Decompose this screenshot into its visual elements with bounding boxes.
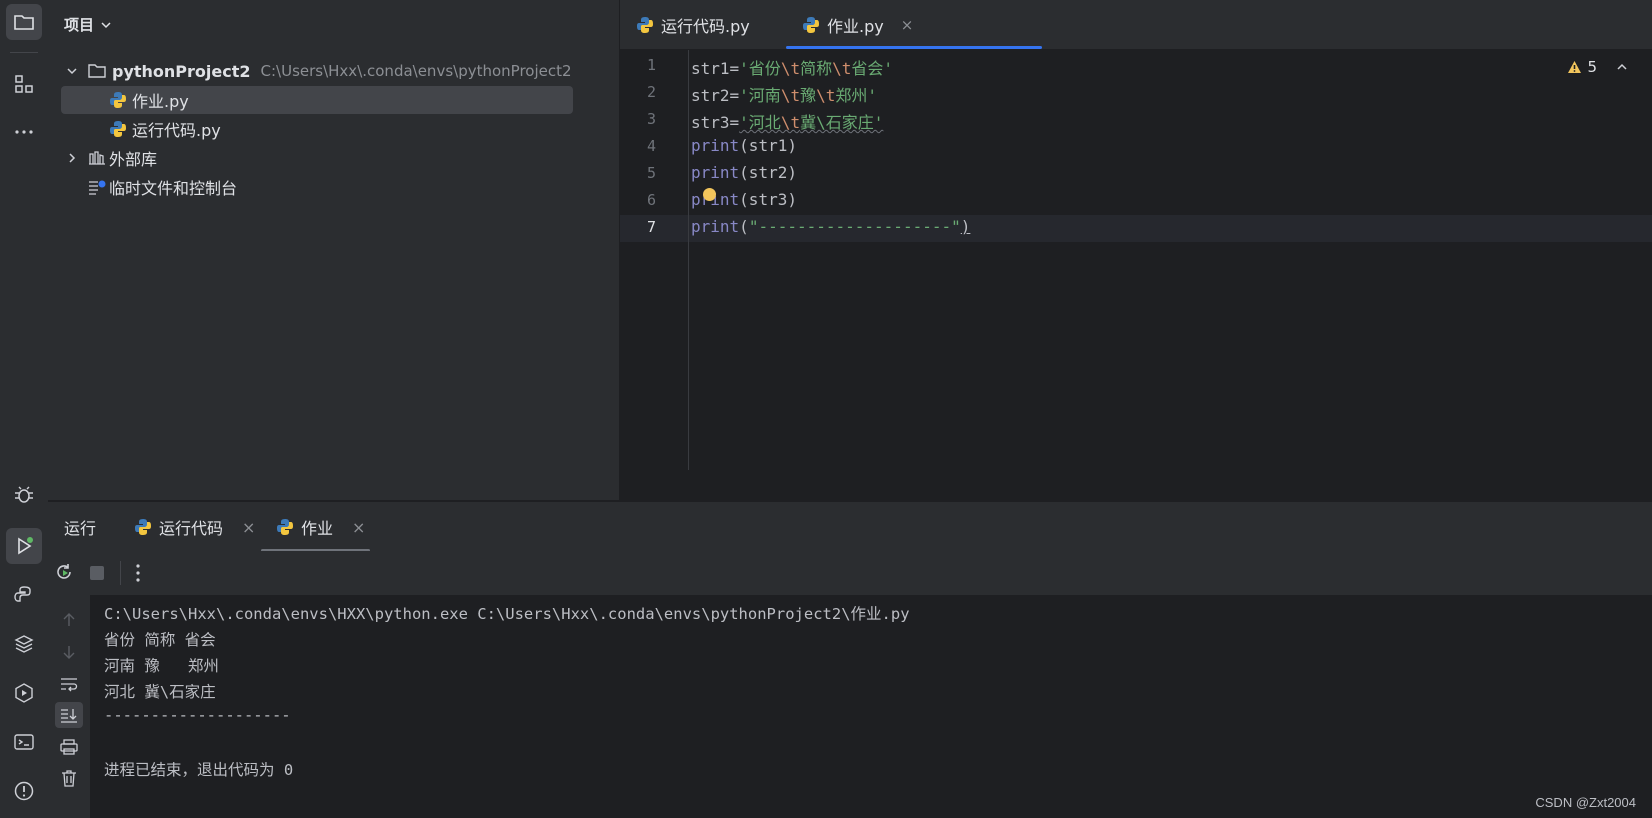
- code-line: print(str2): [691, 163, 797, 182]
- chevron-up-icon[interactable]: [1616, 61, 1628, 73]
- console-line: 省份 简称 省会: [104, 631, 216, 649]
- homework-file-label: 作业.py: [132, 92, 189, 111]
- run-code-file-label: 运行代码.py: [132, 121, 221, 140]
- tab-run-config-homework[interactable]: 作业 ×: [276, 502, 365, 552]
- warning-count: 5: [1587, 58, 1597, 76]
- arrow-up-icon[interactable]: [55, 607, 83, 633]
- run-title-label: 运行: [64, 519, 97, 538]
- more-tools-icon[interactable]: [6, 114, 42, 150]
- code-editor[interactable]: 1 2 3 4 5 6 7 str1='省份\t简称\t省会' str2='河南…: [620, 50, 1652, 470]
- python-file-icon: [637, 16, 653, 33]
- print-icon[interactable]: [55, 734, 83, 760]
- python-file-icon: [135, 519, 151, 535]
- python-file-icon: [803, 16, 819, 33]
- tree-item-run-code-file[interactable]: 运行代码.py: [109, 115, 221, 143]
- terminal-icon[interactable]: [6, 724, 42, 760]
- line-number: 2: [646, 83, 656, 101]
- code-line: str3='河北\t冀\石家庄': [691, 113, 884, 132]
- python-file-icon: [110, 121, 126, 137]
- run-icon[interactable]: [6, 528, 42, 564]
- python-packages-icon[interactable]: [6, 626, 42, 662]
- python-file-icon: [110, 92, 126, 108]
- tab-run-config-run-code[interactable]: 运行代码 ×: [134, 502, 255, 552]
- chevron-right-icon: [69, 153, 76, 163]
- tree-item-homework-file[interactable]: 作业.py: [61, 86, 573, 114]
- rerun-icon[interactable]: [54, 562, 74, 586]
- run-toolbar: [48, 551, 1652, 596]
- run-console-output[interactable]: C:\Users\Hxx\.conda\envs\HXX\python.exe …: [91, 595, 1652, 818]
- run-tab-label: 运行代码: [159, 519, 224, 538]
- project-folder-icon[interactable]: [6, 4, 42, 40]
- line-number: 4: [646, 137, 656, 155]
- line-number: 3: [646, 110, 656, 128]
- soft-wrap-icon[interactable]: [55, 671, 83, 697]
- debug-bug-icon[interactable]: [6, 477, 42, 513]
- line-number: 1: [646, 56, 656, 74]
- scratches-label: 临时文件和控制台: [109, 179, 238, 198]
- active-tab-indicator: [786, 46, 1042, 49]
- trash-icon[interactable]: [55, 765, 83, 791]
- python-console-icon[interactable]: [6, 577, 42, 613]
- tab-run-code-label: 运行代码.py: [661, 16, 750, 36]
- close-icon[interactable]: ×: [352, 518, 365, 537]
- tree-item-external-libraries[interactable]: 外部库: [66, 144, 157, 172]
- tab-homework-label: 作业.py: [827, 16, 884, 36]
- services-icon[interactable]: [6, 675, 42, 711]
- external-libraries-label: 外部库: [109, 150, 158, 169]
- line-number-current: 7: [646, 218, 656, 236]
- folder-icon: [88, 64, 106, 78]
- more-options-icon[interactable]: [128, 561, 148, 589]
- run-tool-window-header: 运行 运行代码 × 作业 ×: [48, 501, 1652, 552]
- problems-icon[interactable]: [6, 773, 42, 809]
- toolbar-divider: [120, 561, 121, 585]
- scratches-console-icon: [89, 180, 106, 195]
- arrow-down-icon[interactable]: [55, 639, 83, 665]
- tool-window-strip: [0, 0, 49, 818]
- code-line: str2='河南\t豫\t郑州': [691, 86, 877, 105]
- line-number: 6: [646, 191, 656, 209]
- warning-icon: [1568, 61, 1582, 73]
- intention-bulb-icon[interactable]: [703, 188, 716, 201]
- editor-tab-bar: 运行代码.py 作业.py ×: [620, 0, 1652, 50]
- tab-homework[interactable]: 作业.py ×: [802, 0, 913, 49]
- tab-run-code[interactable]: 运行代码.py: [636, 0, 750, 49]
- project-panel: 项目 pythonProject2 C:\Users\Hxx\.conda\en…: [48, 0, 620, 500]
- code-line-current: print("--------------------"): [691, 217, 971, 236]
- tree-item-project-root[interactable]: pythonProject2 C:\Users\Hxx\.conda\envs\…: [66, 57, 572, 85]
- watermark-text: CSDN @Zxt2004: [1535, 795, 1636, 810]
- inspection-widget[interactable]: 5: [1567, 58, 1628, 76]
- line-number: 5: [646, 164, 656, 182]
- chevron-down-icon: [101, 21, 111, 28]
- library-icon: [89, 151, 105, 165]
- console-exit-line: 进程已结束，退出代码为 0: [104, 761, 294, 779]
- console-line: 河北 冀\石家庄: [104, 683, 216, 701]
- structure-icon[interactable]: [6, 66, 42, 102]
- project-panel-title: 项目: [64, 16, 95, 34]
- stop-icon[interactable]: [90, 566, 104, 580]
- project-root-path: C:\Users\Hxx\.conda\envs\pythonProject2: [260, 62, 572, 80]
- code-line: str1='省份\t简称\t省会': [691, 59, 893, 78]
- close-icon[interactable]: ×: [901, 16, 914, 34]
- code-line: print(str1): [691, 136, 797, 155]
- line-number-gutter: 1 2 3 4 5 6 7: [620, 50, 689, 470]
- console-line: --------------------: [104, 706, 291, 724]
- run-window-title: 运行: [64, 502, 96, 552]
- console-line: 河南 豫 郑州: [104, 657, 219, 675]
- tree-item-scratches[interactable]: 临时文件和控制台: [88, 173, 237, 201]
- chevron-down-icon: [67, 68, 77, 75]
- project-root-label: pythonProject2: [112, 61, 251, 81]
- scroll-to-end-icon[interactable]: [55, 702, 83, 728]
- close-icon[interactable]: ×: [242, 518, 255, 537]
- console-line: C:\Users\Hxx\.conda\envs\HXX\python.exe …: [104, 605, 910, 623]
- python-file-icon: [277, 519, 293, 535]
- console-side-toolbar: [48, 595, 91, 818]
- project-panel-header[interactable]: 项目: [64, 14, 112, 35]
- run-tab-label: 作业: [301, 519, 334, 538]
